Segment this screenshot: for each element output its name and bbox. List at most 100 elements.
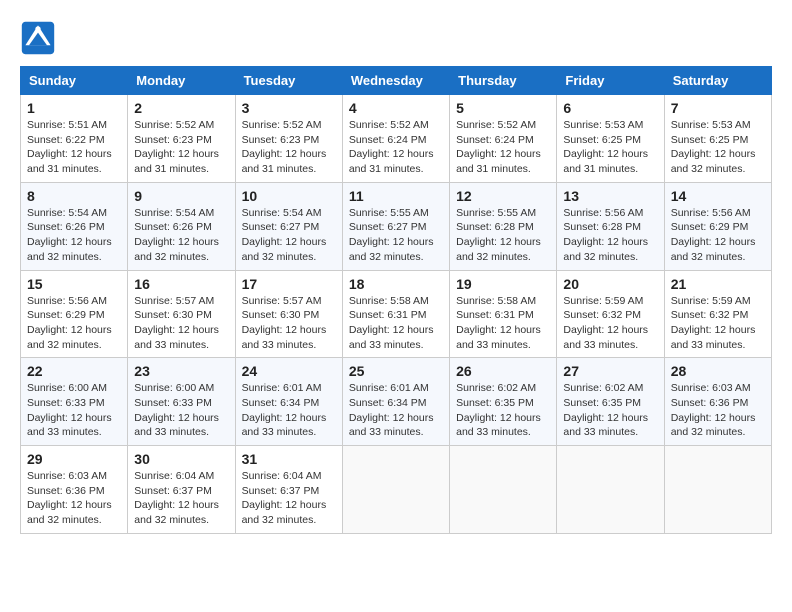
day-number: 12 bbox=[456, 188, 550, 204]
calendar-day-17: 17 Sunrise: 5:57 AMSunset: 6:30 PMDaylig… bbox=[235, 270, 342, 358]
day-number: 7 bbox=[671, 100, 765, 116]
day-info: Sunrise: 5:56 AMSunset: 6:28 PMDaylight:… bbox=[563, 206, 657, 265]
day-info: Sunrise: 5:54 AMSunset: 6:27 PMDaylight:… bbox=[242, 206, 336, 265]
calendar-week-row: 15 Sunrise: 5:56 AMSunset: 6:29 PMDaylig… bbox=[21, 270, 772, 358]
day-number: 16 bbox=[134, 276, 228, 292]
day-number: 4 bbox=[349, 100, 443, 116]
calendar-week-row: 1 Sunrise: 5:51 AMSunset: 6:22 PMDayligh… bbox=[21, 95, 772, 183]
day-info: Sunrise: 6:01 AMSunset: 6:34 PMDaylight:… bbox=[242, 381, 336, 440]
calendar-day-20: 20 Sunrise: 5:59 AMSunset: 6:32 PMDaylig… bbox=[557, 270, 664, 358]
day-info: Sunrise: 5:52 AMSunset: 6:23 PMDaylight:… bbox=[242, 118, 336, 177]
day-number: 19 bbox=[456, 276, 550, 292]
calendar-header-row: SundayMondayTuesdayWednesdayThursdayFrid… bbox=[21, 67, 772, 95]
calendar-day-22: 22 Sunrise: 6:00 AMSunset: 6:33 PMDaylig… bbox=[21, 358, 128, 446]
header-monday: Monday bbox=[128, 67, 235, 95]
day-info: Sunrise: 5:58 AMSunset: 6:31 PMDaylight:… bbox=[456, 294, 550, 353]
day-info: Sunrise: 5:53 AMSunset: 6:25 PMDaylight:… bbox=[563, 118, 657, 177]
calendar-week-row: 29 Sunrise: 6:03 AMSunset: 6:36 PMDaylig… bbox=[21, 446, 772, 534]
day-number: 15 bbox=[27, 276, 121, 292]
day-info: Sunrise: 6:04 AMSunset: 6:37 PMDaylight:… bbox=[242, 469, 336, 528]
day-number: 6 bbox=[563, 100, 657, 116]
page-header bbox=[20, 20, 772, 56]
day-info: Sunrise: 5:52 AMSunset: 6:24 PMDaylight:… bbox=[456, 118, 550, 177]
logo-icon bbox=[20, 20, 56, 56]
day-number: 30 bbox=[134, 451, 228, 467]
day-info: Sunrise: 5:52 AMSunset: 6:24 PMDaylight:… bbox=[349, 118, 443, 177]
header-sunday: Sunday bbox=[21, 67, 128, 95]
calendar-day-29: 29 Sunrise: 6:03 AMSunset: 6:36 PMDaylig… bbox=[21, 446, 128, 534]
day-number: 20 bbox=[563, 276, 657, 292]
calendar-day-12: 12 Sunrise: 5:55 AMSunset: 6:28 PMDaylig… bbox=[450, 182, 557, 270]
calendar-day-2: 2 Sunrise: 5:52 AMSunset: 6:23 PMDayligh… bbox=[128, 95, 235, 183]
calendar-week-row: 22 Sunrise: 6:00 AMSunset: 6:33 PMDaylig… bbox=[21, 358, 772, 446]
day-number: 13 bbox=[563, 188, 657, 204]
day-info: Sunrise: 6:03 AMSunset: 6:36 PMDaylight:… bbox=[671, 381, 765, 440]
calendar-day-24: 24 Sunrise: 6:01 AMSunset: 6:34 PMDaylig… bbox=[235, 358, 342, 446]
calendar-empty-cell bbox=[664, 446, 771, 534]
header-wednesday: Wednesday bbox=[342, 67, 449, 95]
calendar-day-31: 31 Sunrise: 6:04 AMSunset: 6:37 PMDaylig… bbox=[235, 446, 342, 534]
day-info: Sunrise: 5:56 AMSunset: 6:29 PMDaylight:… bbox=[27, 294, 121, 353]
day-info: Sunrise: 6:01 AMSunset: 6:34 PMDaylight:… bbox=[349, 381, 443, 440]
calendar-day-15: 15 Sunrise: 5:56 AMSunset: 6:29 PMDaylig… bbox=[21, 270, 128, 358]
day-number: 2 bbox=[134, 100, 228, 116]
calendar-day-21: 21 Sunrise: 5:59 AMSunset: 6:32 PMDaylig… bbox=[664, 270, 771, 358]
calendar-day-14: 14 Sunrise: 5:56 AMSunset: 6:29 PMDaylig… bbox=[664, 182, 771, 270]
calendar-day-28: 28 Sunrise: 6:03 AMSunset: 6:36 PMDaylig… bbox=[664, 358, 771, 446]
day-number: 26 bbox=[456, 363, 550, 379]
calendar-week-row: 8 Sunrise: 5:54 AMSunset: 6:26 PMDayligh… bbox=[21, 182, 772, 270]
calendar-day-3: 3 Sunrise: 5:52 AMSunset: 6:23 PMDayligh… bbox=[235, 95, 342, 183]
day-number: 11 bbox=[349, 188, 443, 204]
header-saturday: Saturday bbox=[664, 67, 771, 95]
calendar-table: SundayMondayTuesdayWednesdayThursdayFrid… bbox=[20, 66, 772, 534]
day-number: 24 bbox=[242, 363, 336, 379]
day-number: 23 bbox=[134, 363, 228, 379]
day-info: Sunrise: 5:55 AMSunset: 6:28 PMDaylight:… bbox=[456, 206, 550, 265]
calendar-day-11: 11 Sunrise: 5:55 AMSunset: 6:27 PMDaylig… bbox=[342, 182, 449, 270]
calendar-day-1: 1 Sunrise: 5:51 AMSunset: 6:22 PMDayligh… bbox=[21, 95, 128, 183]
calendar-day-8: 8 Sunrise: 5:54 AMSunset: 6:26 PMDayligh… bbox=[21, 182, 128, 270]
day-number: 27 bbox=[563, 363, 657, 379]
day-info: Sunrise: 5:59 AMSunset: 6:32 PMDaylight:… bbox=[671, 294, 765, 353]
day-number: 17 bbox=[242, 276, 336, 292]
day-info: Sunrise: 5:54 AMSunset: 6:26 PMDaylight:… bbox=[27, 206, 121, 265]
day-info: Sunrise: 6:00 AMSunset: 6:33 PMDaylight:… bbox=[134, 381, 228, 440]
calendar-day-27: 27 Sunrise: 6:02 AMSunset: 6:35 PMDaylig… bbox=[557, 358, 664, 446]
day-info: Sunrise: 5:54 AMSunset: 6:26 PMDaylight:… bbox=[134, 206, 228, 265]
day-info: Sunrise: 6:03 AMSunset: 6:36 PMDaylight:… bbox=[27, 469, 121, 528]
calendar-day-7: 7 Sunrise: 5:53 AMSunset: 6:25 PMDayligh… bbox=[664, 95, 771, 183]
day-number: 3 bbox=[242, 100, 336, 116]
day-info: Sunrise: 5:51 AMSunset: 6:22 PMDaylight:… bbox=[27, 118, 121, 177]
calendar-day-26: 26 Sunrise: 6:02 AMSunset: 6:35 PMDaylig… bbox=[450, 358, 557, 446]
day-info: Sunrise: 6:04 AMSunset: 6:37 PMDaylight:… bbox=[134, 469, 228, 528]
day-number: 21 bbox=[671, 276, 765, 292]
calendar-day-23: 23 Sunrise: 6:00 AMSunset: 6:33 PMDaylig… bbox=[128, 358, 235, 446]
day-info: Sunrise: 5:57 AMSunset: 6:30 PMDaylight:… bbox=[134, 294, 228, 353]
calendar-day-19: 19 Sunrise: 5:58 AMSunset: 6:31 PMDaylig… bbox=[450, 270, 557, 358]
day-info: Sunrise: 6:02 AMSunset: 6:35 PMDaylight:… bbox=[563, 381, 657, 440]
calendar-day-13: 13 Sunrise: 5:56 AMSunset: 6:28 PMDaylig… bbox=[557, 182, 664, 270]
day-info: Sunrise: 5:57 AMSunset: 6:30 PMDaylight:… bbox=[242, 294, 336, 353]
day-number: 22 bbox=[27, 363, 121, 379]
day-number: 29 bbox=[27, 451, 121, 467]
day-info: Sunrise: 5:52 AMSunset: 6:23 PMDaylight:… bbox=[134, 118, 228, 177]
day-number: 25 bbox=[349, 363, 443, 379]
day-number: 1 bbox=[27, 100, 121, 116]
header-tuesday: Tuesday bbox=[235, 67, 342, 95]
calendar-day-25: 25 Sunrise: 6:01 AMSunset: 6:34 PMDaylig… bbox=[342, 358, 449, 446]
header-thursday: Thursday bbox=[450, 67, 557, 95]
calendar-day-18: 18 Sunrise: 5:58 AMSunset: 6:31 PMDaylig… bbox=[342, 270, 449, 358]
day-info: Sunrise: 5:58 AMSunset: 6:31 PMDaylight:… bbox=[349, 294, 443, 353]
day-number: 10 bbox=[242, 188, 336, 204]
calendar-empty-cell bbox=[557, 446, 664, 534]
day-number: 9 bbox=[134, 188, 228, 204]
day-info: Sunrise: 5:55 AMSunset: 6:27 PMDaylight:… bbox=[349, 206, 443, 265]
calendar-day-4: 4 Sunrise: 5:52 AMSunset: 6:24 PMDayligh… bbox=[342, 95, 449, 183]
header-friday: Friday bbox=[557, 67, 664, 95]
day-info: Sunrise: 5:53 AMSunset: 6:25 PMDaylight:… bbox=[671, 118, 765, 177]
logo bbox=[20, 20, 62, 56]
day-number: 28 bbox=[671, 363, 765, 379]
calendar-empty-cell bbox=[450, 446, 557, 534]
day-number: 14 bbox=[671, 188, 765, 204]
day-info: Sunrise: 5:56 AMSunset: 6:29 PMDaylight:… bbox=[671, 206, 765, 265]
